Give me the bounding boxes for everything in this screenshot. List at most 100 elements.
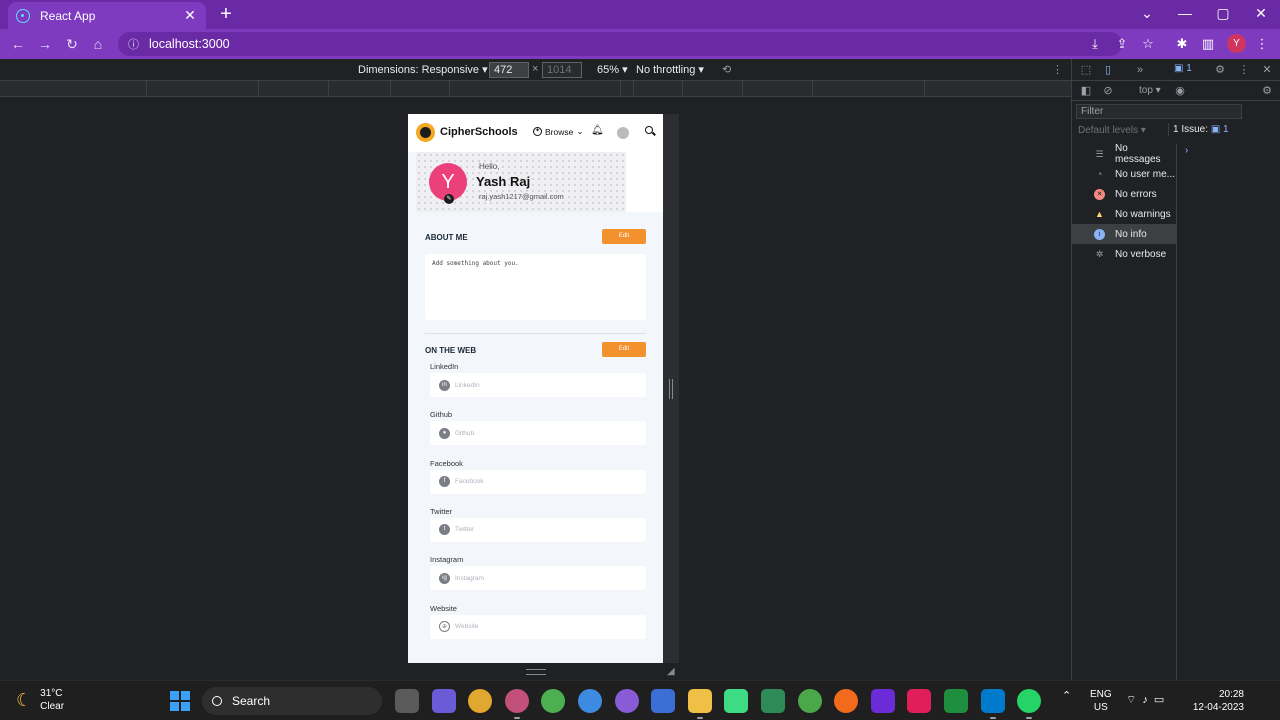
brand-name[interactable]: CipherSchools [440, 126, 518, 138]
web-link-input[interactable]: ig Instagram [430, 566, 646, 591]
postman-icon[interactable] [834, 689, 859, 713]
menu-icon[interactable]: ⋮ [1254, 36, 1270, 52]
browse-menu[interactable]: ✦ Browse ⌄ [533, 126, 583, 137]
media-query-ruler[interactable] [0, 81, 1071, 97]
log-levels-dropdown[interactable]: Default levels ▾ [1078, 125, 1146, 136]
device-toggle-icon[interactable]: ▯ [1100, 62, 1116, 78]
network-volume-battery-icons[interactable]: ⌔♪▭ [1126, 693, 1170, 707]
console-filter-info[interactable]: i No info [1072, 224, 1176, 244]
install-icon[interactable]: ⤓ [1087, 36, 1103, 52]
about-me-title: ABOUT ME [425, 233, 468, 242]
profile-email: raj.yash1217@gmail.com [479, 192, 564, 201]
copilot-icon[interactable] [651, 689, 676, 713]
web-link-input[interactable]: f Facebook [430, 469, 646, 494]
zoom-dropdown[interactable]: 65% ▾ [597, 63, 628, 76]
resize-handle-horizontal[interactable] [669, 379, 673, 399]
home-icon[interactable]: ⌂ [88, 34, 108, 54]
console-filter-user[interactable]: ◔ No user me... [1072, 164, 1176, 184]
context-selector[interactable]: top ▾ [1139, 85, 1161, 96]
browser-tab[interactable]: React App ✕ [8, 2, 206, 29]
about-edit-button[interactable]: Edit [602, 229, 646, 244]
user-avatar-icon[interactable] [617, 127, 629, 139]
chrome-profile-2-icon[interactable] [541, 689, 566, 713]
devtools-menu-icon[interactable]: ⋮ [1236, 62, 1252, 78]
reload-icon[interactable]: ↻ [62, 34, 82, 54]
meet-icon[interactable] [943, 689, 968, 713]
site-info-icon[interactable]: ⓘ [128, 36, 139, 52]
taskbar-search[interactable]: Search [202, 687, 382, 715]
chrome-profile-3-icon[interactable] [577, 689, 602, 713]
slack-icon[interactable] [907, 689, 932, 713]
eye-icon[interactable]: ◉ [1172, 83, 1188, 99]
side-panel-icon[interactable]: ▥ [1200, 36, 1216, 52]
device-more-icon[interactable]: ⋮ [1052, 63, 1063, 76]
twitter-icon: t [439, 524, 450, 536]
settings-gear-icon[interactable]: ⚙ [1212, 62, 1228, 78]
console-prompt-chevron-icon[interactable]: › [1185, 145, 1188, 156]
system-clock[interactable]: 20:28 12-04-2023 [1190, 688, 1244, 714]
console-filter-error[interactable]: ✕ No errors [1072, 184, 1176, 204]
height-input[interactable]: 1014 [542, 62, 582, 78]
web-link-label: Facebook [430, 458, 463, 468]
web-link-input[interactable]: t Twitter [430, 517, 646, 542]
console-filter-warning[interactable]: ▲ No warnings [1072, 204, 1176, 224]
web-link-input[interactable]: in LinkedIn [430, 373, 646, 397]
issues-link[interactable]: 1 Issue: ▣ 1 [1168, 123, 1233, 136]
close-tab-icon[interactable]: ✕ [182, 7, 198, 24]
clear-console-icon[interactable]: ⊘ [1100, 83, 1116, 99]
tab-search-icon[interactable]: ⌄ [1128, 0, 1166, 29]
whatsapp-icon[interactable] [1017, 689, 1042, 719]
close-devtools-icon[interactable]: ✕ [1259, 62, 1275, 78]
console-filter-list[interactable]: ☰ No messages [1072, 143, 1176, 165]
issues-badge[interactable]: ▣ 1 [1174, 63, 1192, 74]
chrome-icon[interactable] [468, 689, 493, 713]
search-icon [212, 696, 222, 706]
console-filter-bug[interactable]: ✲ No verbose [1072, 244, 1176, 264]
intellij-icon[interactable] [870, 689, 895, 713]
sidebar-toggle-icon[interactable]: ◧ [1078, 83, 1094, 99]
language-indicator[interactable]: ENG US [1090, 688, 1112, 714]
close-window-button[interactable]: ✕ [1242, 0, 1280, 29]
throttling-dropdown[interactable]: No throttling ▾ [636, 63, 704, 76]
file-explorer-icon[interactable] [687, 689, 712, 719]
dimensions-dropdown[interactable]: Dimensions: Responsive ▾ [358, 63, 488, 76]
cipherschools-logo-icon[interactable] [416, 123, 435, 142]
inspect-element-icon[interactable]: ⬚ [1078, 62, 1094, 78]
rotate-icon[interactable]: ⟲ [722, 63, 731, 76]
minimize-button[interactable]: — [1166, 0, 1204, 29]
bell-icon[interactable]: 🔔︎ [591, 125, 604, 136]
android-studio-icon[interactable] [724, 689, 749, 713]
resize-handle-vertical[interactable] [526, 669, 546, 675]
profile-avatar[interactable]: Y [1227, 34, 1246, 53]
chrome-profile-4-icon[interactable] [614, 689, 639, 713]
forward-icon[interactable]: → [35, 34, 55, 54]
weather-widget[interactable]: ☾ 31°C Clear [16, 687, 64, 713]
maximize-button[interactable]: ▢ [1204, 0, 1242, 29]
search-icon[interactable] [645, 126, 653, 134]
bookmark-star-icon[interactable]: ☆ [1140, 36, 1156, 52]
web-link-input[interactable]: ● Github [430, 421, 646, 446]
task-view-icon[interactable] [395, 689, 419, 713]
new-tab-button[interactable]: + [216, 3, 236, 26]
console-filter-input[interactable]: Filter [1076, 104, 1242, 119]
tray-overflow-icon[interactable]: ⌃ [1062, 689, 1071, 702]
web-edit-button[interactable]: Edit [602, 342, 646, 357]
chrome-profile-icon[interactable] [504, 689, 529, 719]
more-tabs-icon[interactable]: » [1132, 62, 1148, 78]
about-me-textarea[interactable]: Add something about you. [425, 254, 646, 320]
pencil-icon[interactable]: ✎ [444, 194, 454, 204]
width-input[interactable]: 472 [489, 62, 529, 78]
node-icon[interactable] [797, 689, 822, 713]
web-link-placeholder: LinkedIn [455, 381, 480, 389]
vscode-icon[interactable] [980, 689, 1005, 719]
teams-chat-icon[interactable] [431, 689, 456, 713]
address-bar[interactable]: ⓘ localhost:3000 [118, 32, 1122, 56]
mongodb-icon[interactable] [760, 689, 785, 713]
console-settings-icon[interactable]: ⚙ [1259, 83, 1275, 99]
resize-corner-handle[interactable]: ◢ [667, 667, 677, 677]
share-icon[interactable]: ⇪ [1114, 36, 1130, 52]
extensions-icon[interactable]: ✱ [1174, 36, 1190, 52]
web-link-input[interactable]: ⊕ Website [430, 614, 646, 639]
windows-start-icon[interactable] [170, 691, 190, 711]
back-icon[interactable]: ← [8, 34, 28, 54]
